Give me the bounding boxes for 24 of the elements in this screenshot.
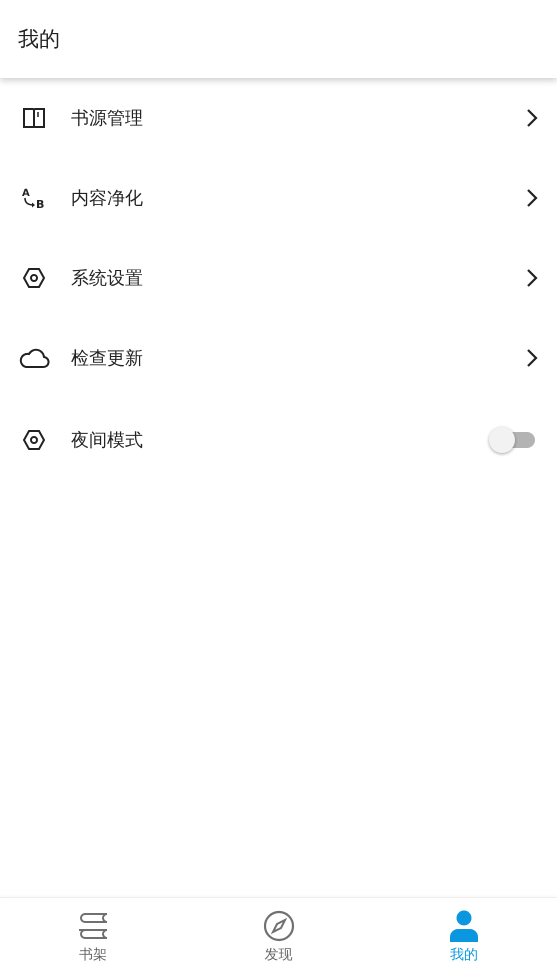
chevron-right-icon — [525, 108, 539, 128]
row-label: 夜间模式 — [71, 429, 144, 452]
chevron-right-icon — [525, 268, 539, 288]
cloud-icon — [18, 347, 50, 369]
row-label: 系统设置 — [71, 267, 144, 290]
settings-row[interactable]: 书源管理 — [0, 78, 557, 158]
books-icon — [76, 911, 109, 941]
nav-tab[interactable]: 发现 — [186, 898, 372, 971]
book-icon — [22, 107, 46, 129]
nav-tab[interactable]: 书架 — [0, 898, 186, 971]
chevron-right-icon — [525, 188, 539, 208]
person-icon — [449, 910, 480, 942]
settings-row[interactable]: A B 内容净化 — [0, 158, 557, 238]
settings-row[interactable]: 检查更新 — [0, 318, 557, 398]
hexagon-icon — [22, 267, 46, 289]
settings-row[interactable]: 夜间模式 — [0, 398, 557, 482]
row-label: 书源管理 — [71, 107, 144, 130]
chevron-right-icon — [525, 348, 539, 368]
row-label: 检查更新 — [71, 347, 144, 370]
row-label: 内容净化 — [71, 187, 144, 210]
settings-row[interactable]: 系统设置 — [0, 238, 557, 318]
hexagon-icon — [22, 429, 46, 451]
page-title: 我的 — [18, 26, 60, 53]
compass-icon — [262, 910, 294, 942]
